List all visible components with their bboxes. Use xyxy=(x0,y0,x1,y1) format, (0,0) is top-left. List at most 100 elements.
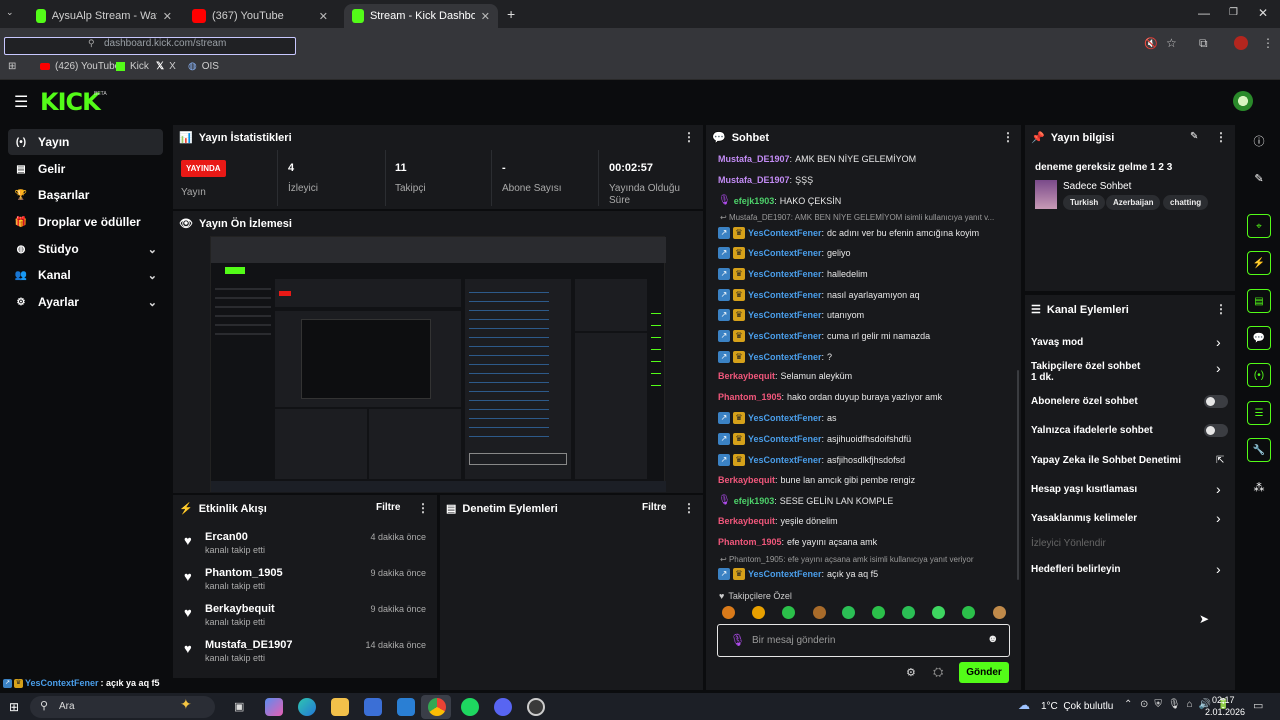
emote-icon[interactable] xyxy=(902,606,915,619)
extensions-icon[interactable]: ⧉ xyxy=(1199,36,1208,51)
sidebar-item[interactable]: (•) Yayın xyxy=(8,129,163,155)
spotify-icon[interactable] xyxy=(461,698,479,716)
chat-username[interactable]: Phantom_1905 xyxy=(718,537,782,547)
activity-user[interactable]: Ercan00 xyxy=(205,531,248,543)
chat-username[interactable]: Berkaybequit xyxy=(718,475,775,485)
emote-icon[interactable] xyxy=(813,606,826,619)
chevron-right-icon[interactable]: › xyxy=(1216,561,1221,577)
weather-text[interactable]: 1°C Çok bulutlu xyxy=(1041,701,1113,712)
moderation-tools-icon[interactable]: ⛭ xyxy=(933,664,943,680)
tag-chip[interactable]: Azerbaijan xyxy=(1106,195,1161,210)
rail-bolt-icon[interactable]: ⚡ xyxy=(1247,251,1271,275)
channel-action-label[interactable]: Yavaş mod xyxy=(1031,337,1083,348)
chat-username[interactable]: YesContextFener xyxy=(748,248,822,258)
sidebar-item[interactable]: ⚙ Ayarlar ⌄ xyxy=(8,289,163,315)
chat-username[interactable]: YesContextFener xyxy=(748,413,822,423)
info-icon[interactable]: ⓘ xyxy=(1247,129,1271,153)
chat-username[interactable]: Berkaybequit xyxy=(718,516,775,526)
clock-time[interactable]: 02:17 xyxy=(1212,695,1235,705)
chat-message[interactable]: ↗ ♛ YesContextFener: geliyo xyxy=(718,247,851,259)
bookmark-kick[interactable]: Kick xyxy=(116,61,149,72)
sidebar-item[interactable]: ◍ Stüdyo ⌄ xyxy=(8,236,163,262)
emote-icon[interactable] xyxy=(752,606,765,619)
emoji-picker-icon[interactable]: ☻ xyxy=(987,633,999,645)
mail-icon[interactable] xyxy=(397,698,415,716)
apps-grid-icon[interactable]: ⊞ xyxy=(8,61,16,72)
address-url[interactable]: dashboard.kick.com/stream xyxy=(104,38,226,49)
activity-menu-icon[interactable]: ⋮ xyxy=(417,501,429,515)
tray-chevron-icon[interactable]: ⌃ xyxy=(1124,699,1132,710)
emote-icon[interactable] xyxy=(932,606,945,619)
moderation-menu-icon[interactable]: ⋮ xyxy=(683,501,695,515)
edge-icon[interactable] xyxy=(298,698,316,716)
chat-username[interactable]: efejk1903 xyxy=(734,196,775,206)
activity-user[interactable]: Berkaybequit xyxy=(205,603,275,615)
copilot-icon[interactable] xyxy=(265,698,283,716)
rail-list-icon[interactable]: ☰ xyxy=(1247,401,1271,425)
edit-info-icon[interactable]: ✎ xyxy=(1190,131,1198,142)
activity-user[interactable]: Phantom_1905 xyxy=(205,567,283,579)
tab-search-button[interactable]: ⌄ xyxy=(6,7,22,21)
chat-message[interactable]: ↗ ♛ YesContextFener: asfjihosdlkfjhsdofsd xyxy=(718,454,905,466)
chevron-right-icon[interactable]: › xyxy=(1216,481,1221,497)
chat-message[interactable]: Berkaybequit: yeşile dönelim xyxy=(718,516,838,526)
chat-username[interactable]: YesContextFener xyxy=(748,352,822,362)
chat-username[interactable]: Mustafa_DE1907 xyxy=(718,154,790,164)
chat-username[interactable]: YesContextFener xyxy=(748,290,822,300)
store-icon[interactable] xyxy=(364,698,382,716)
activity-user[interactable]: Mustafa_DE1907 xyxy=(205,639,292,651)
chat-message[interactable]: Berkaybequit: Selamun aleyküm xyxy=(718,371,852,381)
file-explorer-icon[interactable] xyxy=(331,698,349,716)
emote-icon[interactable] xyxy=(722,606,735,619)
site-info-icon[interactable]: ⚲ xyxy=(88,38,95,49)
chat-username[interactable]: YesContextFener xyxy=(748,269,822,279)
chrome-icon[interactable] xyxy=(428,698,446,716)
tab-close-icon[interactable]: ✕ xyxy=(319,10,328,23)
channel-action-label[interactable]: Takipçilere özel sohbet xyxy=(1031,361,1140,372)
discord-icon[interactable] xyxy=(494,698,512,716)
bookmark-star-icon[interactable]: ☆ xyxy=(1166,36,1177,50)
profile-avatar[interactable] xyxy=(1234,36,1248,50)
channel-action-label[interactable]: Hedefleri belirleyin xyxy=(1031,564,1120,575)
rail-broadcast-icon[interactable]: (•) xyxy=(1247,363,1271,387)
chat-username[interactable]: Berkaybequit xyxy=(718,371,775,381)
microphone-icon[interactable]: 🎙 xyxy=(730,633,745,647)
browser-tab[interactable]: AysuAlp Stream - Watch Live o ✕ xyxy=(28,4,180,28)
bookmark-youtube[interactable]: (426) YouTube xyxy=(40,61,120,72)
chat-message[interactable]: Phantom_1905: hako ordan duyup buraya yaz… xyxy=(718,392,942,402)
window-close-button[interactable]: ✕ xyxy=(1258,6,1268,20)
chat-message[interactable]: ↗ ♛ YesContextFener: halledelim xyxy=(718,268,868,280)
bookmark-ois[interactable]: ◍ OIS xyxy=(188,61,219,72)
obs-icon[interactable] xyxy=(527,698,545,716)
browser-tab[interactable]: Stream - Kick Dashboard ✕ xyxy=(344,4,498,28)
chat-message[interactable]: 🎙 efejk1903: SESE GELİN LAN KOMPLE xyxy=(718,495,893,506)
chat-username[interactable]: YesContextFener xyxy=(748,228,822,238)
chat-username[interactable]: Mustafa_DE1907 xyxy=(718,175,790,185)
window-minimize-button[interactable]: — xyxy=(1198,6,1210,20)
activity-filter-button[interactable]: Filtre xyxy=(376,502,400,513)
rail-document-icon[interactable]: ▤ xyxy=(1247,289,1271,313)
chevron-right-icon[interactable]: › xyxy=(1216,510,1221,526)
tab-close-icon[interactable]: ✕ xyxy=(481,10,490,23)
chat-message[interactable]: ↗ ♛ YesContextFener: asjihuoidfhsdoifshdfü xyxy=(718,433,911,445)
chat-menu-icon[interactable]: ⋮ xyxy=(1002,130,1014,144)
stream-preview-video[interactable] xyxy=(210,236,666,492)
sidebar-item[interactable]: 🎁 Droplar ve ödüller xyxy=(8,209,163,235)
chat-message[interactable]: Mustafa_DE1907: ŞŞŞ xyxy=(718,175,813,185)
window-restore-button[interactable]: ❐ xyxy=(1229,7,1238,18)
sidebar-item[interactable]: 👥 Kanal ⌄ xyxy=(8,262,163,288)
chat-username[interactable]: YesContextFener xyxy=(748,331,822,341)
browser-menu-icon[interactable]: ⋮ xyxy=(1262,36,1274,50)
channel-action-label[interactable]: Abonelere özel sohbet xyxy=(1031,396,1138,407)
sidebar-item[interactable]: ▤ Gelir xyxy=(8,156,163,182)
emote-icon[interactable] xyxy=(872,606,885,619)
edit-pencil-icon[interactable]: ✎ xyxy=(1247,166,1271,190)
emote-icon[interactable] xyxy=(782,606,795,619)
tag-chip[interactable]: Turkish xyxy=(1063,195,1106,210)
rail-capture-icon[interactable]: ⌖ xyxy=(1247,214,1271,238)
channel-action-label[interactable]: Yalnızca ifadelerle sohbet xyxy=(1031,425,1153,436)
chat-username[interactable]: YesContextFener xyxy=(748,569,822,579)
toggle-switch[interactable] xyxy=(1204,424,1228,437)
chat-reply-context[interactable]: ↩ Mustafa_DE1907: AMK BEN NİYE GELEMİYOM… xyxy=(720,213,994,222)
emote-icon[interactable] xyxy=(842,606,855,619)
